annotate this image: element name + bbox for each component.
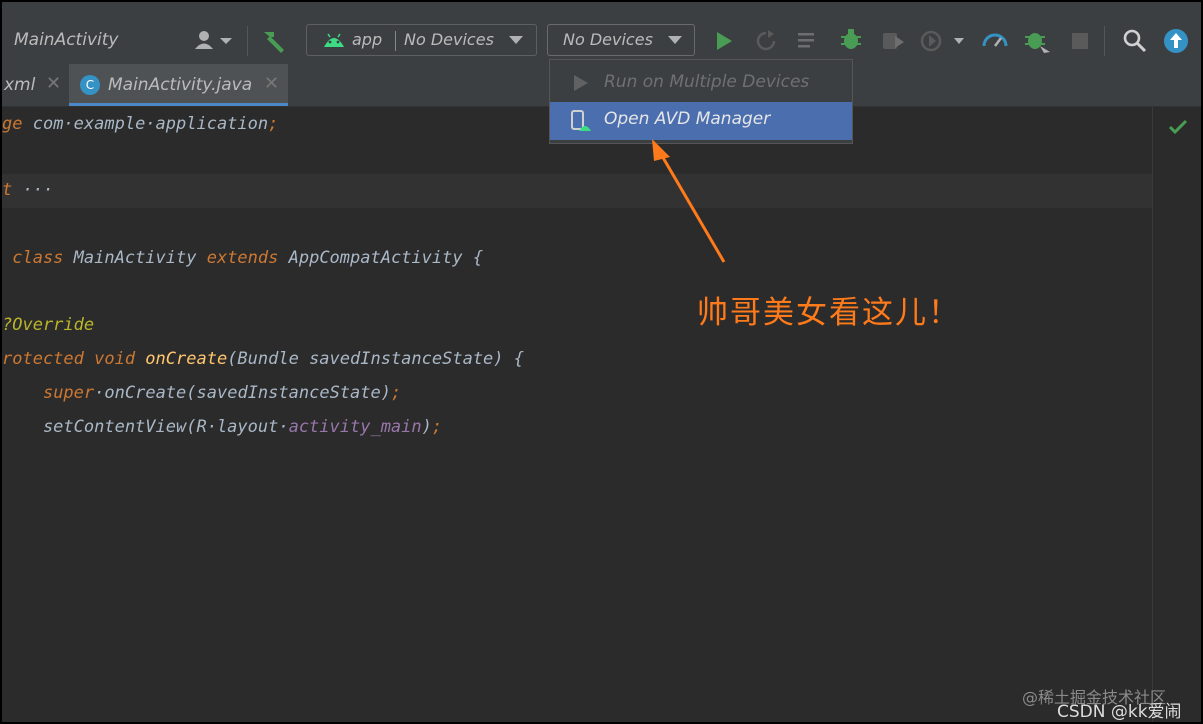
code-token: ; <box>431 417 443 437</box>
apply-code-changes-icon[interactable] <box>797 31 821 51</box>
current-line-highlight <box>2 174 1152 208</box>
watermark-csdn: CSDN @kk爱闹 <box>1057 702 1182 722</box>
annotation-arrow <box>652 139 726 263</box>
module-device-combo[interactable]: app No Devices <box>306 24 537 56</box>
main-toolbar: MainActivity app No Devices No Devices <box>2 2 1201 64</box>
code-line[interactable]: t ··· <box>2 180 53 200</box>
code-line[interactable]: rotected void onCreate(Bundle savedInsta… <box>2 349 524 369</box>
module-name: app <box>352 30 383 49</box>
device-selector-label: No Devices <box>563 30 653 49</box>
menu-item-label: Open AVD Manager <box>604 109 771 129</box>
code-line[interactable]: setContentView(R·layout·activity_main); <box>2 417 442 437</box>
stop-icon[interactable] <box>1072 33 1088 49</box>
code-token: ) <box>421 417 432 437</box>
ide-window: MainActivity app No Devices No Devices x… <box>0 0 1203 724</box>
checkmark-icon <box>1168 119 1188 135</box>
android-icon <box>324 33 344 47</box>
build-hammer-icon[interactable] <box>260 28 288 54</box>
code-token: extends <box>206 248 289 268</box>
profiler-gauge-icon[interactable] <box>982 30 1008 50</box>
chevron-down-icon <box>668 36 682 44</box>
close-icon[interactable]: ✕ <box>264 73 279 94</box>
run-icon <box>574 75 588 91</box>
code-line[interactable]: ?Override <box>2 315 94 335</box>
tab-xml[interactable]: xml ✕ <box>2 64 69 106</box>
run-config-name[interactable]: MainActivity <box>14 30 118 50</box>
code-token: onCreate <box>104 383 187 403</box>
code-token: ge <box>2 114 33 134</box>
code-token: t <box>2 180 23 200</box>
toolbar-divider <box>1104 26 1105 56</box>
device-dropdown-menu: Run on Multiple Devices Open AVD Manager <box>549 59 853 144</box>
class-c-icon: C <box>80 75 100 95</box>
menu-item-open-avd-manager[interactable]: Open AVD Manager <box>550 102 852 140</box>
tab-main-activity-label: MainActivity.java <box>108 75 253 95</box>
code-token: class <box>2 248 74 268</box>
code-token: rotected void <box>2 349 146 369</box>
error-stripe-gutter <box>1152 107 1201 722</box>
code-line[interactable]: class MainActivity extends AppCompatActi… <box>2 248 483 268</box>
code-token: activity_main <box>288 417 422 437</box>
close-icon[interactable]: ✕ <box>46 73 61 94</box>
code-token: ; <box>390 383 402 403</box>
code-token: ?Override <box>2 315 95 335</box>
run-icon[interactable] <box>714 31 734 51</box>
update-arrow-icon[interactable] <box>1163 28 1189 54</box>
combo-separator <box>395 31 396 51</box>
menu-item-run-multiple-devices[interactable]: Run on Multiple Devices <box>550 65 852 101</box>
code-token: com·example·application <box>32 114 269 134</box>
device-selector-combo[interactable]: No Devices <box>547 24 695 56</box>
tab-main-activity[interactable]: C MainActivity.java ✕ <box>69 64 288 106</box>
code-token: super <box>42 383 95 403</box>
toolbar-divider <box>247 26 248 56</box>
code-token: ; <box>268 114 279 134</box>
account-dropdown-icon[interactable] <box>194 30 236 52</box>
code-token: onCreate <box>145 349 228 369</box>
attach-debugger-bug-icon[interactable] <box>1024 28 1052 54</box>
chevron-down-icon <box>509 36 523 44</box>
code-token: setContentView(R·layout· <box>2 417 289 437</box>
module-device-label: No Devices <box>404 30 494 49</box>
code-line[interactable]: super·onCreate(savedInstanceState); <box>2 383 401 403</box>
attach-debugger-dropdown-icon[interactable] <box>920 29 966 53</box>
profile-icon[interactable] <box>882 30 906 52</box>
annotation-text: 帅哥美女看这儿！ <box>697 295 961 331</box>
code-token: (savedInstanceState) <box>186 383 391 403</box>
code-line[interactable]: ge com·example·application; <box>2 114 278 134</box>
menu-item-label: Run on Multiple Devices <box>604 72 810 92</box>
avd-manager-icon <box>571 110 591 131</box>
code-token: · <box>94 383 105 403</box>
tab-xml-label: xml <box>4 75 36 95</box>
search-icon[interactable] <box>1123 29 1147 53</box>
code-token: MainActivity <box>73 248 207 268</box>
code-token: AppCompatActivity { <box>288 248 484 268</box>
debug-bug-icon[interactable] <box>840 28 862 52</box>
code-token: ··· <box>22 180 54 200</box>
apply-changes-restart-icon[interactable] <box>754 30 778 52</box>
code-token: (Bundle savedInstanceState) { <box>227 349 524 369</box>
